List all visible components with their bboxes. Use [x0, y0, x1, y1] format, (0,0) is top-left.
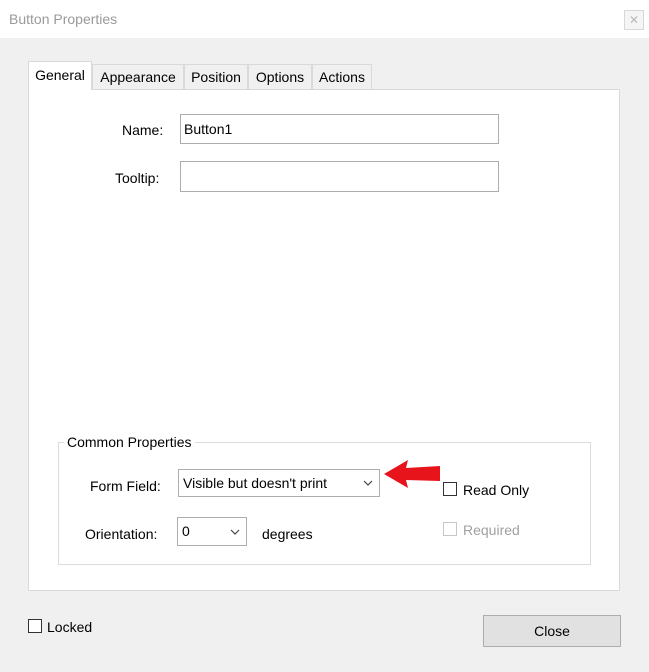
common-properties-group	[58, 442, 591, 565]
window-title: Button Properties	[9, 11, 118, 27]
tooltip-label: Tooltip:	[115, 170, 160, 186]
chevron-down-icon	[357, 470, 379, 496]
form-field-select[interactable]: Visible but doesn't print	[178, 469, 380, 497]
required-label: Required	[463, 522, 520, 538]
form-field-value: Visible but doesn't print	[183, 475, 328, 491]
orientation-select[interactable]: 0	[177, 517, 247, 546]
orientation-label: Orientation:	[85, 526, 158, 542]
common-properties-title: Common Properties	[64, 434, 195, 450]
read-only-checkbox[interactable]	[443, 482, 457, 496]
chevron-down-icon	[224, 518, 246, 545]
tab-appearance[interactable]: Appearance	[92, 64, 184, 89]
tooltip-input[interactable]	[180, 161, 499, 192]
orientation-unit-label: degrees	[262, 526, 313, 542]
locked-checkbox[interactable]	[28, 619, 42, 633]
form-field-label: Form Field:	[90, 478, 161, 494]
tab-actions[interactable]: Actions	[312, 64, 372, 89]
orientation-value: 0	[182, 523, 190, 539]
required-checkbox	[443, 522, 457, 536]
tab-position[interactable]: Position	[184, 64, 248, 89]
tab-general[interactable]: General	[28, 61, 92, 90]
name-label: Name:	[122, 122, 164, 138]
close-button[interactable]: Close	[483, 615, 621, 647]
window-close-icon[interactable]: ✕	[624, 10, 644, 30]
read-only-label: Read Only	[463, 482, 530, 498]
annotation-arrow-icon	[384, 460, 440, 488]
name-input[interactable]	[180, 114, 499, 144]
title-bar: Button Properties ✕	[0, 0, 649, 38]
locked-label: Locked	[47, 619, 93, 635]
tab-options[interactable]: Options	[248, 64, 312, 89]
